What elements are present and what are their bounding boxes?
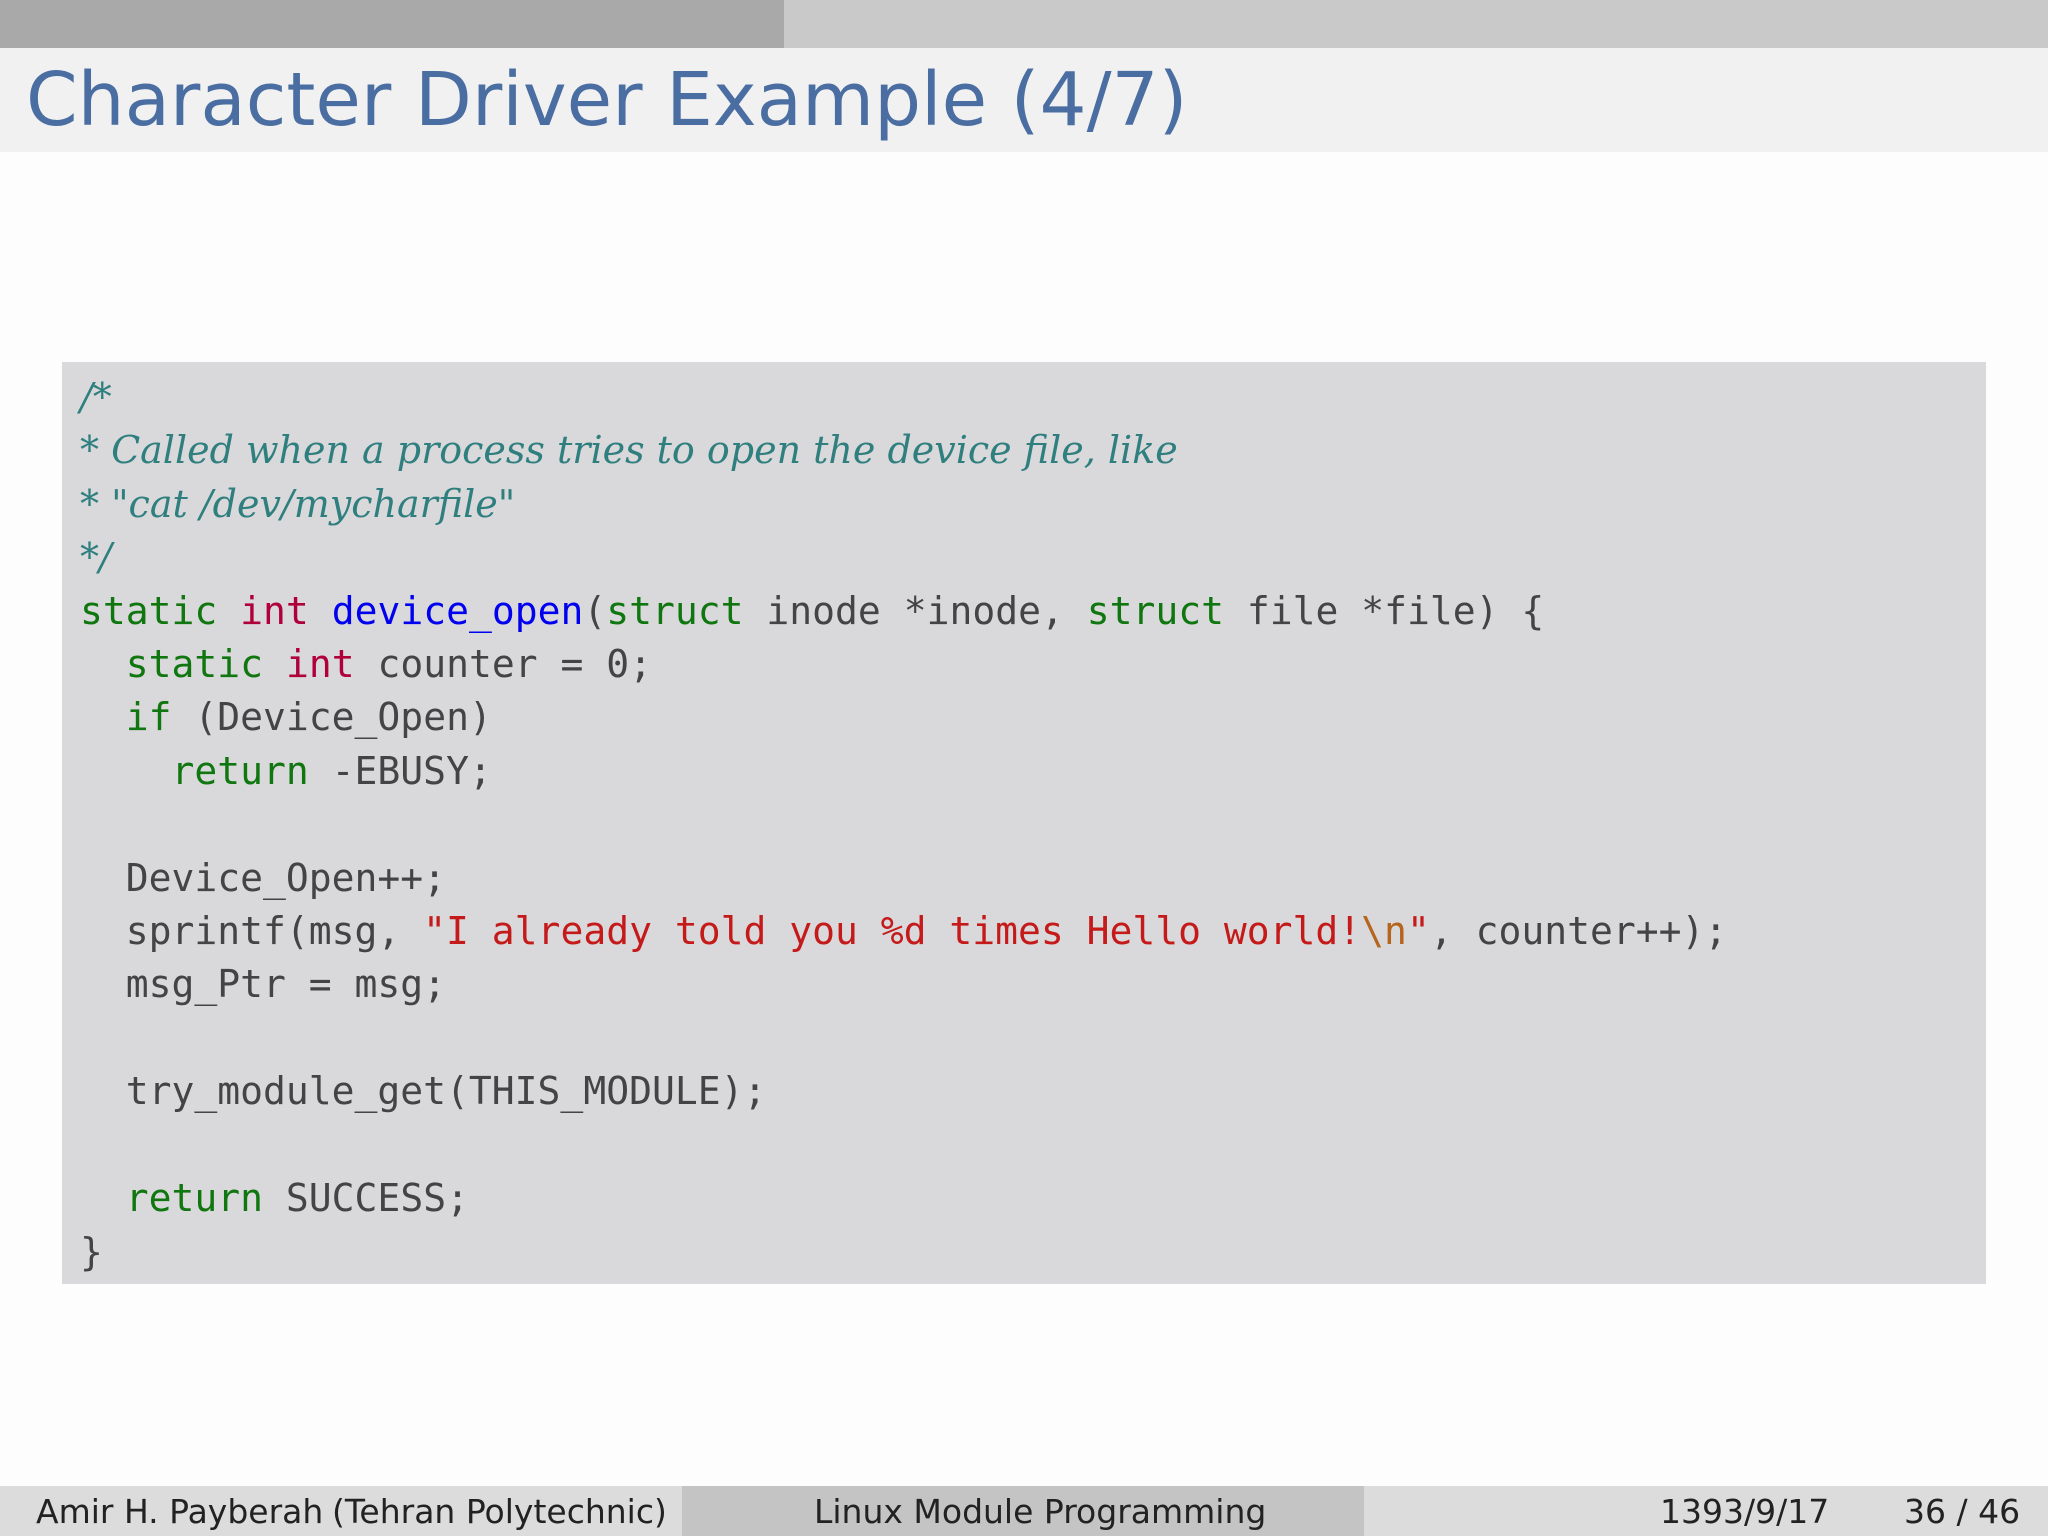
code-token: struct [606,588,744,633]
code-token: sprintf(msg, [80,909,424,954]
progress-bar [0,0,2048,48]
code-line: } [80,1230,103,1274]
code-line: */ [80,535,112,579]
code-line: /* [80,375,112,419]
slide: Character Driver Example (4/7) /* * Call… [0,0,2048,1536]
progress-fill [0,0,785,48]
code-token: file *file) { [1224,588,1545,633]
code-token: counter = 0; [354,642,652,687]
code-token: int [240,588,309,633]
code-line: static int counter = 0; [80,642,652,686]
footer-date: 1393/9/17 [1660,1492,1830,1531]
footer-institution: (Tehran Polytechnic) [332,1492,667,1531]
code-token: -EBUSY; [308,748,492,793]
code-line: try_module_get(THIS_MODULE); [80,1069,767,1114]
code-token: } [80,1229,103,1274]
code-token: * Called when a process tries to open th… [80,428,1178,473]
code-token: /* [80,375,112,419]
code-token: */ [80,535,112,580]
code-token: , counter++); [1429,909,1728,954]
code-block: /* * Called when a process tries to open… [62,362,1986,1284]
code-listing: /* * Called when a process tries to open… [80,371,1727,1279]
code-token: inode *inode, [743,588,1087,633]
code-token: "I already told you %d times Hello world… [423,909,1362,954]
code-token: * "cat /dev/mycharfile" [80,481,516,526]
code-line: static int device_open(struct inode *ino… [80,589,1544,633]
code-token: \n [1361,909,1407,954]
footer-talk-title: Linux Module Programming [814,1492,1267,1531]
code-token: return [171,748,309,793]
code-line: Device_Open++; [80,856,446,900]
code-token: if [125,695,172,740]
code-line: * Called when a process tries to open th… [80,428,1178,472]
code-token: struct [1086,588,1224,633]
footer-page-number: 36 / 46 [1904,1492,2021,1531]
code-token: device_open [331,588,584,633]
footer-author: Amir H. Payberah [36,1492,324,1531]
code-token: SUCCESS; [263,1176,469,1221]
slide-title: Character Driver Example (4/7) [26,57,1188,143]
footer: Amir H. Payberah (Tehran Polytechnic) Li… [0,1486,2048,1536]
code-line: return -EBUSY; [80,749,492,793]
code-token: " [1406,909,1430,954]
code-token: (Device_Open) [171,695,492,740]
code-token: static [125,642,264,687]
code-token: return [125,1176,264,1221]
code-token: try_module_get(THIS_MODULE); [80,1069,767,1114]
code-token: msg_Ptr = msg; [80,962,447,1007]
code-line: * "cat /dev/mycharfile" [80,482,515,526]
code-token: ( [583,588,607,633]
code-token: static [80,588,218,633]
code-line: if (Device_Open) [80,695,492,739]
code-token: Device_Open++; [80,855,447,900]
code-line: sprintf(msg, "I already told you %d time… [80,909,1728,954]
code-line: msg_Ptr = msg; [80,962,446,1006]
code-line: return SUCCESS; [80,1176,469,1220]
code-token: int [285,642,355,687]
